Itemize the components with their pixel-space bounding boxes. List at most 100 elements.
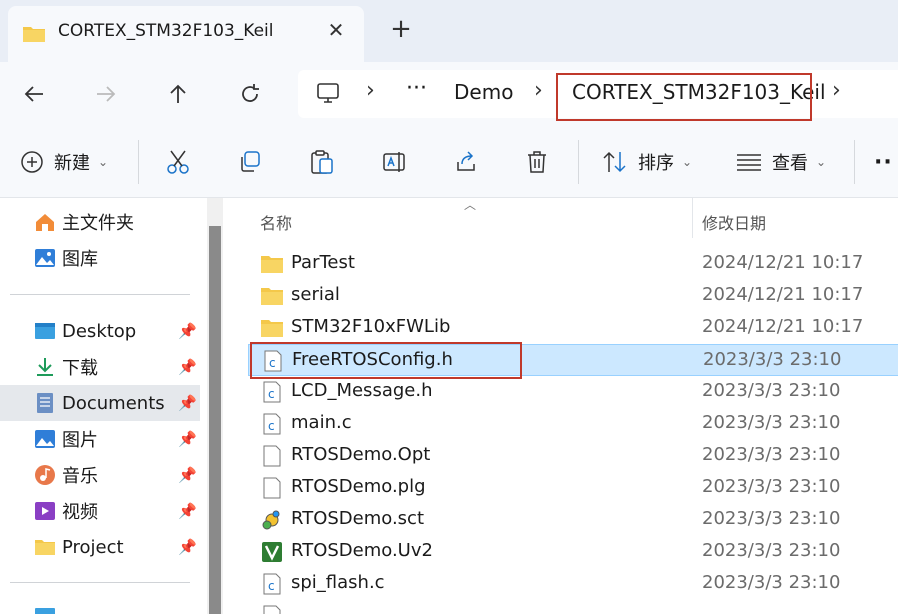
- sort-button[interactable]: 排序 ⌄: [602, 144, 692, 180]
- list-item[interactable]: STM32F10xFWLib 2024/12/21 10:17: [248, 312, 898, 344]
- sidebar-item-home[interactable]: 主文件夹: [0, 204, 200, 240]
- copy-icon: [241, 151, 260, 172]
- paste-button[interactable]: [310, 144, 334, 180]
- sidebar-item-project[interactable]: Project 📌: [0, 529, 200, 565]
- pin-icon[interactable]: 📌: [178, 538, 197, 556]
- sidebar-item-downloads[interactable]: 下载 📌: [0, 349, 200, 385]
- tab-active[interactable]: CORTEX_STM32F103_Keil ✕: [8, 6, 364, 62]
- rename-icon: [383, 152, 405, 172]
- divider: [578, 140, 579, 184]
- file-name: RTOSDemo.Opt: [291, 444, 431, 465]
- scrollbar-thumb[interactable]: [209, 226, 221, 614]
- file-date: 2023/3/3 23:10: [702, 540, 841, 561]
- breadcrumb-item-demo[interactable]: Demo: [454, 80, 513, 104]
- share-button[interactable]: [454, 144, 478, 180]
- new-button[interactable]: 新建 ⌄: [20, 144, 108, 180]
- list-item[interactable]: RTOSDemo.Uv2 2023/3/3 23:10: [248, 536, 898, 568]
- divider: [10, 582, 190, 583]
- breadcrumb-separator[interactable]: ›: [366, 78, 375, 103]
- address-bar[interactable]: › ··· Demo › CORTEX_STM32F103_Keil ›: [298, 70, 898, 121]
- rename-button[interactable]: [382, 144, 408, 180]
- gallery-icon: [35, 249, 55, 267]
- more-button[interactable]: ··: [874, 144, 893, 180]
- sidebar-item-pictures[interactable]: 图片 📌: [0, 421, 200, 457]
- folder-icon: [35, 540, 55, 555]
- sidebar-item-label: Desktop: [62, 320, 137, 342]
- c-file-icon: c: [263, 413, 281, 435]
- breadcrumb-separator[interactable]: ›: [832, 78, 841, 103]
- list-item[interactable]: RTOSDemo.plg 2023/3/3 23:10: [248, 472, 898, 504]
- music-icon: [35, 465, 55, 485]
- sidebar-item-desktop[interactable]: Desktop 📌: [0, 313, 200, 349]
- c-file-icon: c: [263, 573, 281, 595]
- column-divider[interactable]: [692, 198, 693, 238]
- keil-project-icon: [262, 542, 282, 562]
- file-name: main.c: [291, 412, 352, 433]
- sidebar-item-gallery[interactable]: 图库: [0, 240, 200, 276]
- sidebar-item-this-pc[interactable]: [0, 598, 200, 614]
- computer-icon: [35, 608, 55, 614]
- back-arrow-icon[interactable]: [16, 76, 52, 112]
- computer-icon[interactable]: [316, 82, 340, 104]
- cut-button[interactable]: [166, 144, 190, 180]
- up-arrow-icon[interactable]: [160, 76, 196, 112]
- pin-icon[interactable]: 📌: [178, 502, 197, 520]
- sort-ascending-icon: ︿: [464, 198, 477, 212]
- sort-label: 排序: [638, 153, 674, 174]
- navigation-pane: 主文件夹 图库 Desktop 📌 下载 📌 Documents 📌 图片 📌 …: [0, 198, 223, 614]
- pin-icon[interactable]: 📌: [178, 394, 197, 412]
- new-label: 新建: [54, 153, 90, 174]
- close-icon[interactable]: ✕: [324, 18, 348, 42]
- forward-arrow-icon[interactable]: [88, 76, 124, 112]
- list-item[interactable]: serial 2024/12/21 10:17: [248, 280, 898, 312]
- chevron-down-icon: ⌄: [682, 155, 693, 169]
- list-item[interactable]: RTOSDemo.Opt 2023/3/3 23:10: [248, 440, 898, 472]
- command-bar: 新建 ⌄ 排序 ⌄ 查看 ⌄ ··: [0, 124, 898, 198]
- breadcrumb-more[interactable]: ···: [406, 76, 427, 101]
- list-item[interactable]: c spi_flash.c 2023/3/3 23:10: [248, 568, 898, 600]
- svg-text:c: c: [268, 419, 275, 433]
- video-icon: [35, 502, 55, 520]
- sidebar-item-music[interactable]: 音乐 📌: [0, 457, 200, 493]
- trash-icon: [528, 151, 546, 173]
- chevron-down-icon: ⌄: [98, 155, 109, 169]
- documents-icon: [37, 393, 53, 413]
- plus-icon[interactable]: +: [386, 14, 416, 44]
- file-date: 2023/3/3 23:10: [702, 572, 841, 593]
- column-header-name[interactable]: 名称: [260, 210, 292, 234]
- copy-button[interactable]: [238, 144, 262, 180]
- view-list-icon: [737, 154, 761, 171]
- list-item[interactable]: c LCD_Message.h 2023/3/3 23:10: [248, 376, 898, 408]
- file-date: 2023/3/3 23:10: [702, 412, 841, 433]
- list-item[interactable]: c main.c 2023/3/3 23:10: [248, 408, 898, 440]
- plus-circle-icon: [21, 151, 43, 173]
- column-header-modified[interactable]: 修改日期: [702, 210, 766, 234]
- chevron-down-icon: ⌄: [816, 155, 827, 169]
- more-icon: ··: [874, 149, 893, 175]
- file-list: ︿ 名称 修改日期 ParTest 2024/12/21 10:17 seria…: [232, 198, 898, 614]
- desktop-icon: [35, 323, 55, 339]
- delete-button[interactable]: [526, 144, 548, 180]
- view-button[interactable]: 查看 ⌄: [736, 144, 826, 180]
- pin-icon[interactable]: 📌: [178, 466, 197, 484]
- sidebar-item-documents[interactable]: Documents 📌: [0, 385, 200, 421]
- sidebar-item-videos[interactable]: 视频 📌: [0, 493, 200, 529]
- file-name: ParTest: [291, 252, 355, 273]
- breadcrumb-separator[interactable]: ›: [534, 78, 543, 103]
- pin-icon[interactable]: 📌: [178, 430, 197, 448]
- home-icon: [36, 214, 54, 231]
- refresh-icon[interactable]: [232, 76, 268, 112]
- list-item[interactable]: [248, 600, 898, 614]
- list-item[interactable]: RTOSDemo.sct 2023/3/3 23:10: [248, 504, 898, 536]
- paste-icon: [311, 150, 333, 174]
- divider: [138, 140, 139, 184]
- file-name: STM32F10xFWLib: [291, 316, 451, 337]
- view-label: 查看: [772, 153, 808, 174]
- sidebar-item-label: 音乐: [62, 466, 98, 487]
- pin-icon[interactable]: 📌: [178, 358, 197, 376]
- share-icon: [457, 151, 475, 171]
- file-date: 2023/3/3 23:10: [702, 380, 841, 401]
- list-item[interactable]: ParTest 2024/12/21 10:17: [248, 248, 898, 280]
- divider: [854, 140, 855, 184]
- pin-icon[interactable]: 📌: [178, 322, 197, 340]
